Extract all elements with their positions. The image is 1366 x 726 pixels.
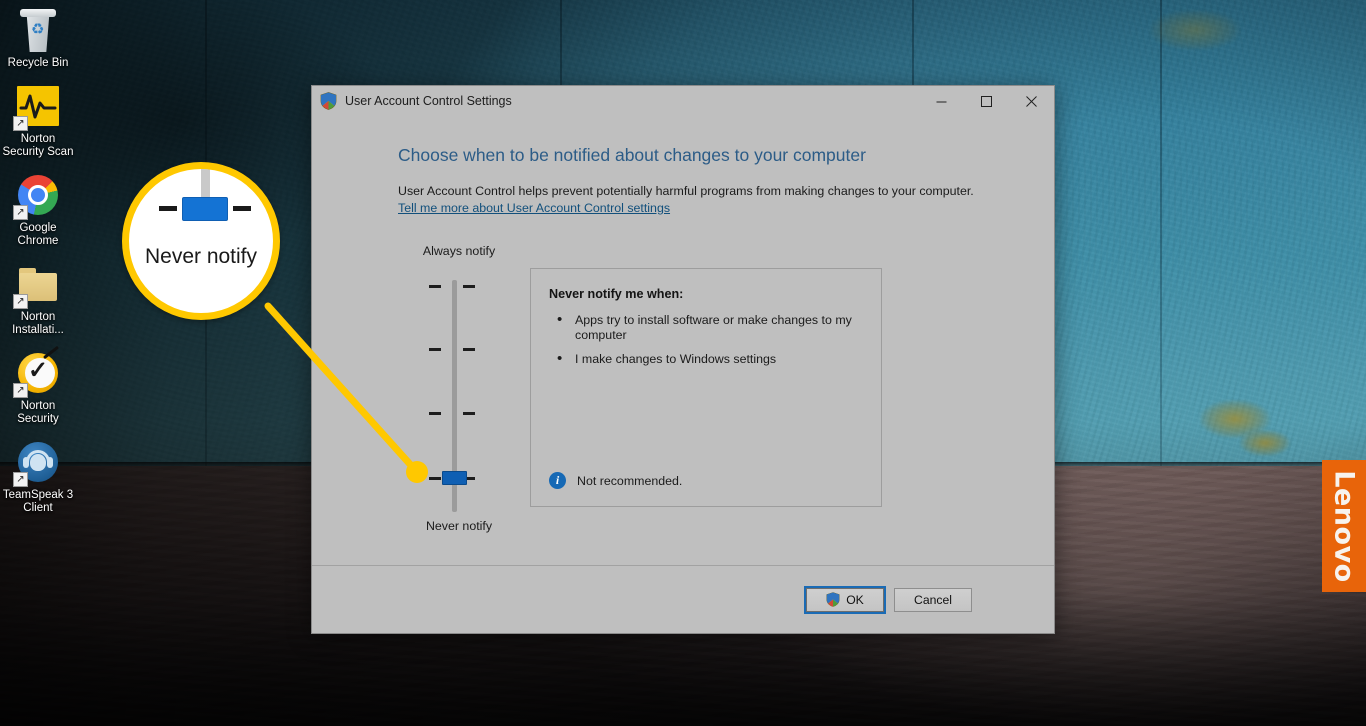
list-item: I make changes to Windows settings [549, 351, 865, 367]
uac-shield-icon [826, 592, 840, 607]
slider-tick-1-left [429, 477, 441, 480]
desktop-icon-label: Norton Installati... [12, 311, 64, 336]
minimize-button[interactable] [919, 86, 964, 116]
slider-tick-2-left [429, 412, 441, 415]
uac-settings-dialog: User Account Control Settings Choose whe… [311, 85, 1055, 634]
close-icon [1026, 95, 1037, 107]
slider-tick-3-left [429, 348, 441, 351]
recycle-bin-icon: ♻ [14, 6, 62, 54]
info-icon: i [549, 472, 566, 489]
desktop-icon-norton-security[interactable]: ✓ ↗ Norton Security [0, 345, 76, 426]
desktop-icon-norton-installation[interactable]: ↗ Norton Installati... [0, 260, 76, 337]
desktop-icon-recycle-bin[interactable]: ♻ Recycle Bin [0, 6, 76, 70]
uac-shield-icon [320, 92, 337, 110]
magnifier-callout: Never notify [122, 162, 280, 320]
slider-tick-3-right [463, 348, 475, 351]
shortcut-arrow-icon: ↗ [13, 383, 28, 398]
teamspeak-icon: ↗ [13, 438, 62, 487]
info-panel-bullets: Apps try to install software or make cha… [549, 312, 865, 367]
magnified-slider-tick-left [159, 206, 177, 211]
learn-more-link[interactable]: Tell me more about User Account Control … [398, 201, 670, 215]
desktop: ♻ Recycle Bin ↗ Norton Security Scan ↗ G… [0, 0, 1366, 726]
slider-tick-4-left [429, 285, 441, 288]
window-controls [919, 86, 1054, 116]
shortcut-arrow-icon: ↗ [13, 472, 28, 487]
slider-bottom-label: Never notify [425, 519, 493, 533]
desktop-icon-norton-security-scan[interactable]: ↗ Norton Security Scan [0, 82, 76, 159]
minimize-icon [936, 101, 947, 102]
slider-thumb[interactable] [442, 471, 467, 485]
uac-level-info-panel: Never notify me when: Apps try to instal… [530, 268, 882, 507]
folder-icon: ↗ [13, 260, 62, 309]
slider-tick-2-right [463, 412, 475, 415]
desktop-icon-label: Recycle Bin [7, 57, 69, 69]
dialog-description: User Account Control helps prevent poten… [398, 184, 974, 198]
desktop-icon-label: Google Chrome [17, 222, 59, 247]
lenovo-logo-text: Lenovo [1328, 469, 1360, 583]
magnified-label: Never notify [144, 245, 258, 268]
cancel-button-label: Cancel [914, 592, 952, 607]
dialog-titlebar[interactable]: User Account Control Settings [312, 86, 1054, 116]
dialog-title: User Account Control Settings [345, 94, 512, 108]
desktop-icon-column: ♻ Recycle Bin ↗ Norton Security Scan ↗ G… [0, 6, 76, 527]
desktop-icon-label: TeamSpeak 3 Client [2, 489, 74, 514]
lenovo-logo: Lenovo [1322, 460, 1366, 592]
ok-button-label: OK [846, 592, 864, 607]
recommendation-text: Not recommended. [577, 473, 683, 488]
desktop-icon-label: Norton Security Scan [2, 133, 74, 158]
cancel-button[interactable]: Cancel [894, 587, 972, 612]
close-button[interactable] [1009, 86, 1054, 116]
google-chrome-icon: ↗ [13, 171, 62, 220]
maximize-icon [981, 95, 992, 107]
callout-endpoint-dot [406, 461, 428, 483]
norton-security-icon: ✓ ↗ [13, 345, 62, 398]
slider-tick-4-right [463, 285, 475, 288]
list-item: Apps try to install software or make cha… [549, 312, 865, 343]
norton-security-scan-icon: ↗ [13, 82, 62, 131]
magnified-slider-tick-right [233, 206, 251, 211]
shortcut-arrow-icon: ↗ [13, 205, 28, 220]
dialog-footer: OK Cancel [312, 565, 1054, 633]
shortcut-arrow-icon: ↗ [13, 294, 28, 309]
dialog-body: Choose when to be notified about changes… [312, 116, 1054, 565]
desktop-icon-label: Norton Security [17, 400, 59, 425]
page-title: Choose when to be notified about changes… [398, 145, 866, 165]
slider-top-label: Always notify [422, 244, 496, 258]
maximize-button[interactable] [964, 86, 1009, 116]
uac-level-slider[interactable]: Always notify Never notify [398, 244, 548, 534]
info-panel-title: Never notify me when: [549, 287, 684, 301]
magnified-slider-thumb [182, 197, 228, 221]
shortcut-arrow-icon: ↗ [13, 116, 28, 131]
ok-button[interactable]: OK [804, 585, 886, 614]
desktop-icon-teamspeak[interactable]: ↗ TeamSpeak 3 Client [0, 438, 76, 515]
info-panel-footer: i Not recommended. [549, 472, 682, 489]
desktop-icon-google-chrome[interactable]: ↗ Google Chrome [0, 171, 76, 248]
